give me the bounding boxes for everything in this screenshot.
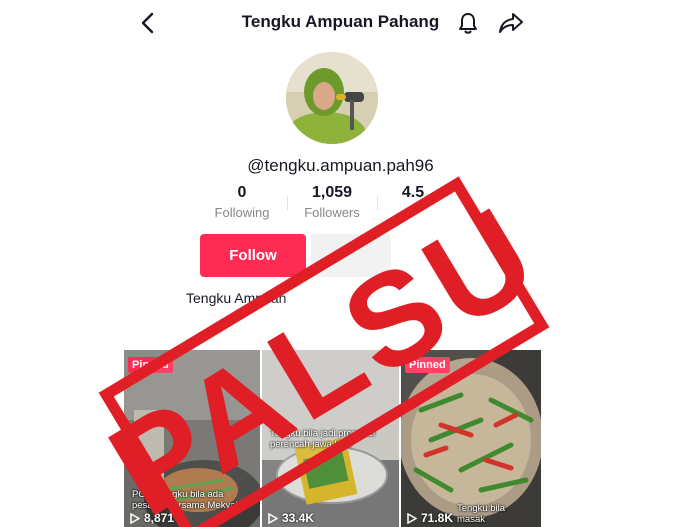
view-count: 33.4K xyxy=(268,511,314,525)
stat-following[interactable]: 0 Following xyxy=(197,184,287,220)
avatar[interactable] xyxy=(286,52,378,144)
top-bar: Tengku Ampuan Pahang xyxy=(0,0,681,46)
page-title: Tengku Ampuan Pahang xyxy=(241,12,440,31)
view-count: 71.8K xyxy=(407,511,453,525)
stat-followers[interactable]: 1,059 Followers xyxy=(287,184,377,220)
view-count-value: 33.4K xyxy=(282,511,315,525)
play-icon xyxy=(268,512,278,524)
stat-label: Following xyxy=(214,205,270,220)
share-icon[interactable] xyxy=(498,11,524,35)
follow-button[interactable]: Follow xyxy=(200,234,306,277)
stat-value: 0 xyxy=(237,184,247,201)
video-caption: Tengku bila masak xyxy=(457,503,506,525)
play-icon xyxy=(130,512,140,524)
play-icon xyxy=(407,512,417,524)
avatar-image xyxy=(286,52,378,144)
stat-label: Followers xyxy=(304,205,360,220)
username: @tengku.ampuan.pah96 xyxy=(247,156,434,175)
bell-icon[interactable] xyxy=(456,11,480,35)
view-count-value: 71.8K xyxy=(421,511,454,525)
stat-value: 1,059 xyxy=(311,184,353,201)
